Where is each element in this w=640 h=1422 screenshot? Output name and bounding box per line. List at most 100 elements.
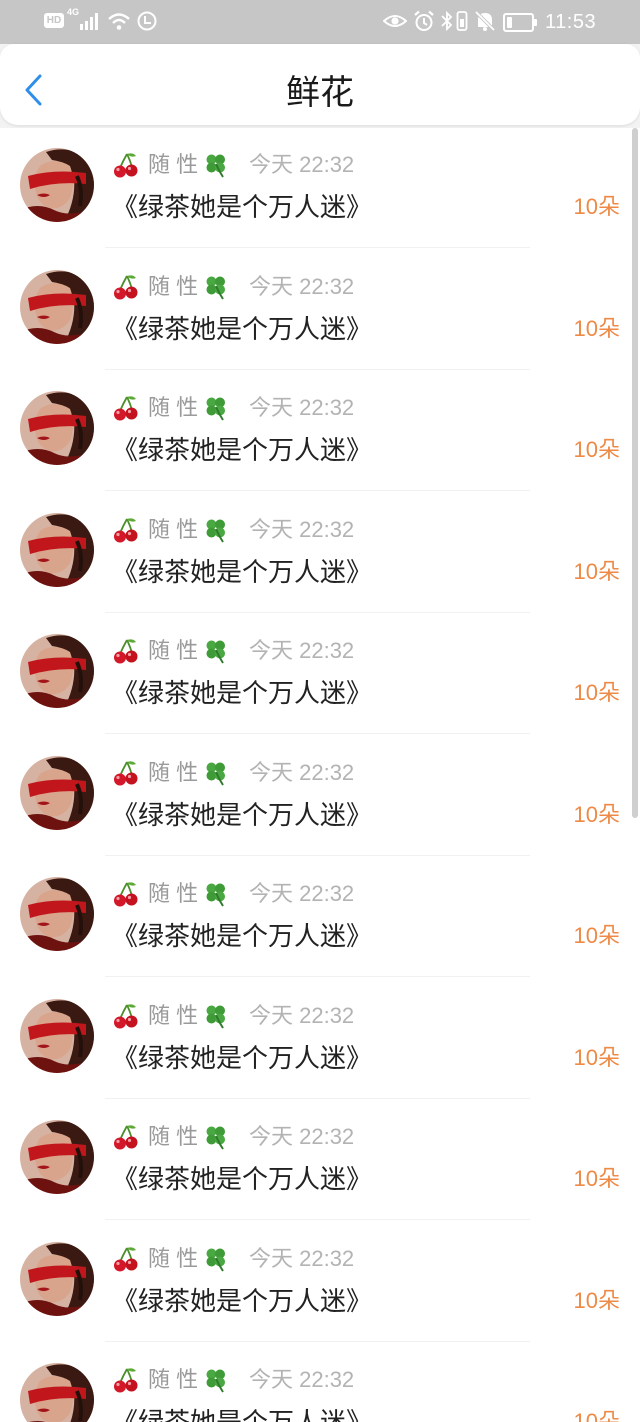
cherry-icon	[112, 1245, 140, 1273]
user-name: 随 性	[148, 881, 199, 906]
list-item[interactable]: 随 性 今天 22:32 《绿茶她是个万人迷》 10朵	[0, 979, 640, 1101]
alarm-icon	[413, 10, 435, 37]
book-title: 《绿茶她是个万人迷》	[112, 1164, 373, 1194]
flower-count: 10朵	[573, 1166, 620, 1191]
flower-count: 10朵	[573, 315, 620, 341]
cherry-icon	[112, 394, 140, 422]
list-item[interactable]: 随 性 今天 22:32 《绿茶她是个万人迷》 10朵	[0, 1343, 640, 1422]
timestamp: 今天 22:32	[249, 881, 355, 906]
user-name: 随 性	[148, 1002, 199, 1028]
flower-count: 10朵	[573, 558, 620, 584]
battery-icon	[503, 12, 537, 32]
wifi-icon	[107, 11, 131, 36]
avatar[interactable]	[20, 1241, 94, 1316]
user-name: 随 性	[148, 1367, 199, 1392]
cherry-icon	[112, 273, 140, 301]
avatar[interactable]	[20, 269, 94, 344]
four-leaf-clover-icon	[203, 517, 229, 543]
user-name: 随 性	[148, 152, 199, 177]
avatar[interactable]	[20, 391, 94, 465]
scrollbar[interactable]	[632, 128, 638, 818]
flower-count: 10朵	[573, 1044, 620, 1070]
book-title: 《绿茶她是个万人迷》	[112, 1042, 373, 1073]
divider	[105, 490, 530, 491]
cherry-icon	[112, 1366, 140, 1394]
four-leaf-clover-icon	[203, 274, 229, 300]
book-title: 《绿茶她是个万人迷》	[112, 921, 373, 951]
four-leaf-clover-icon	[203, 1124, 229, 1150]
avatar[interactable]	[20, 1363, 94, 1422]
avatar[interactable]	[20, 148, 94, 222]
flower-list[interactable]: 随 性 今天 22:32 《绿茶她是个万人迷》 10朵 随 性 今天 22:32…	[0, 128, 640, 1422]
book-title: 《绿茶她是个万人迷》	[112, 799, 373, 830]
user-name: 随 性	[148, 1245, 199, 1271]
eye-icon	[382, 11, 408, 36]
four-leaf-clover-icon	[203, 1003, 229, 1029]
hd-icon: HD	[44, 13, 64, 28]
list-item[interactable]: 随 性 今天 22:32 《绿茶她是个万人迷》 10朵	[0, 128, 640, 250]
timestamp: 今天 22:32	[249, 759, 355, 785]
user-name: 随 性	[148, 395, 199, 420]
avatar[interactable]	[20, 877, 94, 951]
list-item[interactable]: 随 性 今天 22:32 《绿茶她是个万人迷》 10朵	[0, 736, 640, 858]
cherry-icon	[112, 637, 140, 665]
flower-count: 10朵	[573, 1409, 620, 1422]
cherry-icon	[112, 151, 140, 179]
flower-count: 10朵	[573, 923, 620, 948]
page-title: 鲜花	[286, 74, 354, 112]
user-name: 随 性	[148, 516, 199, 542]
cherry-icon	[112, 880, 140, 908]
avatar[interactable]	[20, 1120, 94, 1194]
header-area: 鲜花	[0, 44, 640, 128]
divider	[105, 733, 530, 734]
four-leaf-clover-icon	[203, 638, 229, 664]
flower-count: 10朵	[573, 1287, 620, 1313]
cherry-icon	[112, 1002, 140, 1030]
divider	[105, 976, 530, 977]
status-bar: HD 4G 11:53	[0, 0, 640, 44]
avatar[interactable]	[20, 634, 94, 708]
flower-count: 10朵	[573, 801, 620, 827]
book-title: 《绿茶她是个万人迷》	[112, 313, 373, 344]
timestamp: 今天 22:32	[249, 152, 355, 177]
user-name: 随 性	[148, 638, 199, 663]
cherry-icon	[112, 1123, 140, 1151]
list-item[interactable]: 随 性 今天 22:32 《绿茶她是个万人迷》 10朵	[0, 493, 640, 615]
book-title: 《绿茶她是个万人迷》	[112, 192, 373, 222]
divider	[105, 368, 530, 370]
battery-level	[507, 17, 512, 28]
list-item[interactable]: 随 性 今天 22:32 《绿茶她是个万人迷》 10朵	[0, 857, 640, 979]
divider	[105, 854, 530, 856]
cherry-icon	[112, 516, 140, 544]
book-title: 《绿茶她是个万人迷》	[112, 1285, 373, 1316]
network-type: 4G	[67, 7, 80, 17]
timestamp: 今天 22:32	[249, 1002, 355, 1028]
timestamp: 今天 22:32	[249, 1124, 355, 1149]
list-item[interactable]: 随 性 今天 22:32 《绿茶她是个万人迷》 10朵	[0, 371, 640, 493]
book-title: 《绿茶她是个万人迷》	[112, 1407, 373, 1422]
list-item[interactable]: 随 性 今天 22:32 《绿茶她是个万人迷》 10朵	[0, 614, 640, 736]
four-leaf-clover-icon	[203, 1246, 229, 1272]
four-leaf-clover-icon	[203, 760, 229, 786]
book-title: 《绿茶她是个万人迷》	[112, 556, 373, 587]
divider	[105, 1097, 530, 1099]
user-name: 随 性	[148, 1124, 199, 1149]
timestamp: 今天 22:32	[249, 395, 355, 420]
avatar[interactable]	[20, 755, 94, 830]
bell-off-icon	[474, 10, 496, 37]
user-name: 随 性	[148, 759, 199, 785]
list-item[interactable]: 随 性 今天 22:32 《绿茶她是个万人迷》 10朵	[0, 1100, 640, 1222]
vibrate-icon	[455, 10, 469, 37]
list-item[interactable]: 随 性 今天 22:32 《绿茶她是个万人迷》 10朵	[0, 1222, 640, 1344]
user-name: 随 性	[148, 273, 199, 299]
four-leaf-clover-icon	[203, 395, 229, 421]
timestamp: 今天 22:32	[249, 516, 355, 542]
avatar[interactable]	[20, 998, 94, 1073]
divider	[105, 1340, 530, 1342]
divider	[105, 247, 530, 248]
flower-count: 10朵	[573, 680, 620, 705]
list-item[interactable]: 随 性 今天 22:32 《绿茶她是个万人迷》 10朵	[0, 250, 640, 372]
flower-count: 10朵	[573, 194, 620, 219]
avatar[interactable]	[20, 512, 94, 587]
four-leaf-clover-icon	[203, 152, 229, 178]
